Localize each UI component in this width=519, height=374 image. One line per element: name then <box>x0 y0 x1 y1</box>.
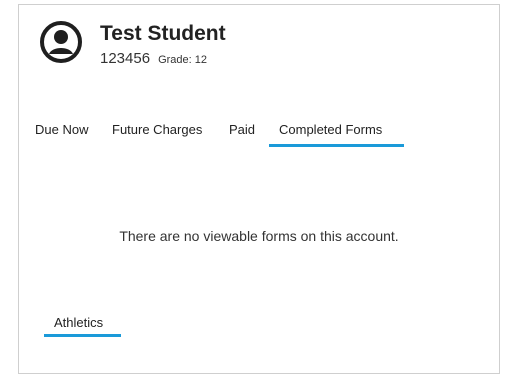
student-grade: Grade: 12 <box>158 54 207 66</box>
tab-athletics[interactable]: Athletics <box>54 315 103 330</box>
empty-forms-message: There are no viewable forms on this acco… <box>119 228 399 244</box>
account-panel: Test Student 123456 Grade: 12 Due Now Fut… <box>18 4 500 374</box>
user-avatar-icon <box>40 21 82 63</box>
student-name: Test Student <box>100 22 226 45</box>
tab-completed-forms[interactable]: Completed Forms <box>279 122 382 137</box>
student-id: 123456 <box>100 50 151 67</box>
active-tab-indicator <box>269 144 404 147</box>
tab-bar: Due Now Future Charges Paid Completed Fo… <box>19 122 499 148</box>
tab-paid[interactable]: Paid <box>229 122 255 137</box>
tab-due-now[interactable]: Due Now <box>35 122 88 137</box>
student-meta: 123456 Grade: 12 <box>100 50 207 68</box>
tab-future-charges[interactable]: Future Charges <box>112 122 202 137</box>
athletics-tab-indicator <box>44 334 121 337</box>
